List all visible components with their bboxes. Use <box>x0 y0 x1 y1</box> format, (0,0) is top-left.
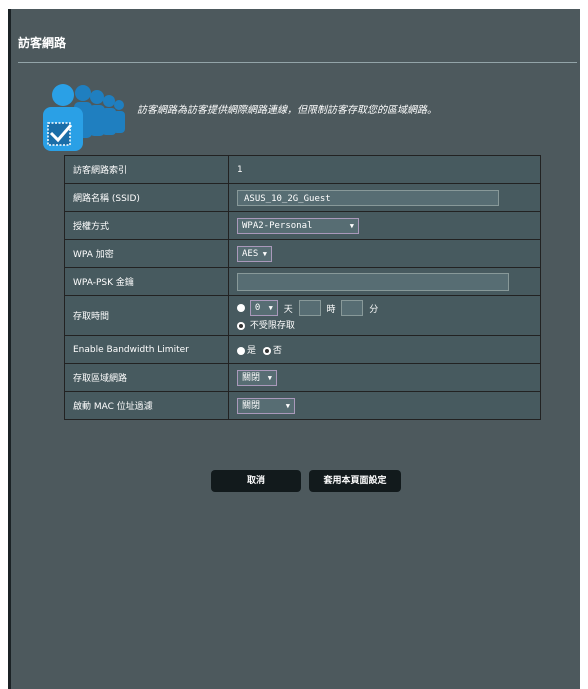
label-enc: WPA 加密 <box>64 239 229 268</box>
row-bandwidth: Enable Bandwidth Limiter 是 否 <box>64 335 541 364</box>
value-index: 1 <box>228 155 541 184</box>
left-border <box>8 9 11 689</box>
label-mac-filter: 啟動 MAC 位址過濾 <box>64 391 229 420</box>
row-mac-filter: 啟動 MAC 位址過濾 關閉 ▼ <box>64 391 541 420</box>
encryption-value: AES <box>242 248 259 259</box>
label-auth: 授權方式 <box>64 211 229 240</box>
label-ssid: 網路名稱 (SSID) <box>64 183 229 212</box>
chevron-down-icon: ▼ <box>349 221 354 230</box>
bandwidth-no-radio[interactable] <box>262 346 271 355</box>
intranet-select[interactable]: 關閉 ▼ <box>237 369 277 386</box>
hour-unit: 時 <box>326 304 336 315</box>
mac-filter-value: 關閉 <box>242 400 261 411</box>
access-time-unlimited-radio[interactable] <box>237 321 245 330</box>
cancel-button[interactable]: 取消 <box>211 470 301 492</box>
chevron-down-icon: ▼ <box>267 373 272 382</box>
apply-button[interactable]: 套用本頁面設定 <box>309 470 401 492</box>
auth-method-value: WPA2-Personal <box>242 220 313 231</box>
bandwidth-no-label: 否 <box>272 346 282 356</box>
chevron-down-icon: ▼ <box>262 249 267 258</box>
label-psk: WPA-PSK 金鑰 <box>64 267 229 296</box>
hours-input[interactable] <box>298 300 321 316</box>
access-time-limited-radio[interactable] <box>237 304 245 312</box>
days-select[interactable]: 0 ▼ <box>249 300 278 316</box>
row-intranet: 存取區域網路 關閉 ▼ <box>64 363 541 392</box>
row-ssid: 網路名稱 (SSID) ASUS_10_2G_Guest <box>64 183 541 212</box>
row-auth: 授權方式 WPA2-Personal ▼ <box>64 211 541 240</box>
row-index: 訪客網路索引 1 <box>64 155 541 184</box>
label-intranet: 存取區域網路 <box>64 363 229 392</box>
ssid-input[interactable]: ASUS_10_2G_Guest <box>237 189 499 206</box>
row-access-time: 存取時間 0 ▼ 天 時 分 不受限存取 <box>64 295 541 336</box>
mac-filter-select[interactable]: 關閉 ▼ <box>237 397 295 414</box>
label-bandwidth: Enable Bandwidth Limiter <box>64 335 229 364</box>
psk-input[interactable] <box>237 272 509 291</box>
encryption-select[interactable]: AES ▼ <box>237 245 272 262</box>
title-divider <box>18 62 577 63</box>
chevron-down-icon: ▼ <box>268 304 273 312</box>
day-unit: 天 <box>283 304 293 315</box>
minute-unit: 分 <box>369 304 379 315</box>
chevron-down-icon: ▼ <box>285 401 290 410</box>
row-enc: WPA 加密 AES ▼ <box>64 239 541 268</box>
intranet-value: 關閉 <box>242 372 261 383</box>
label-access-time: 存取時間 <box>64 295 229 336</box>
row-psk: WPA-PSK 金鑰 <box>64 267 541 296</box>
bandwidth-yes-label: 是 <box>247 346 257 356</box>
minutes-input[interactable] <box>341 300 364 316</box>
days-value: 0 <box>254 303 261 313</box>
page-title: 訪客網路 <box>18 36 67 50</box>
intro-text: 訪客網路為訪客提供網際網路連線，但限制訪客存取您的區域網路。 <box>137 105 437 116</box>
unlimited-label: 不受限存取 <box>249 321 295 331</box>
guest-network-form: 訪客網路索引 1 網路名稱 (SSID) ASUS_10_2G_Guest 授權… <box>64 155 541 420</box>
guest-users-icon <box>33 81 133 153</box>
label-index: 訪客網路索引 <box>64 155 229 184</box>
auth-method-select[interactable]: WPA2-Personal ▼ <box>237 217 359 234</box>
bandwidth-yes-radio[interactable] <box>237 346 245 355</box>
